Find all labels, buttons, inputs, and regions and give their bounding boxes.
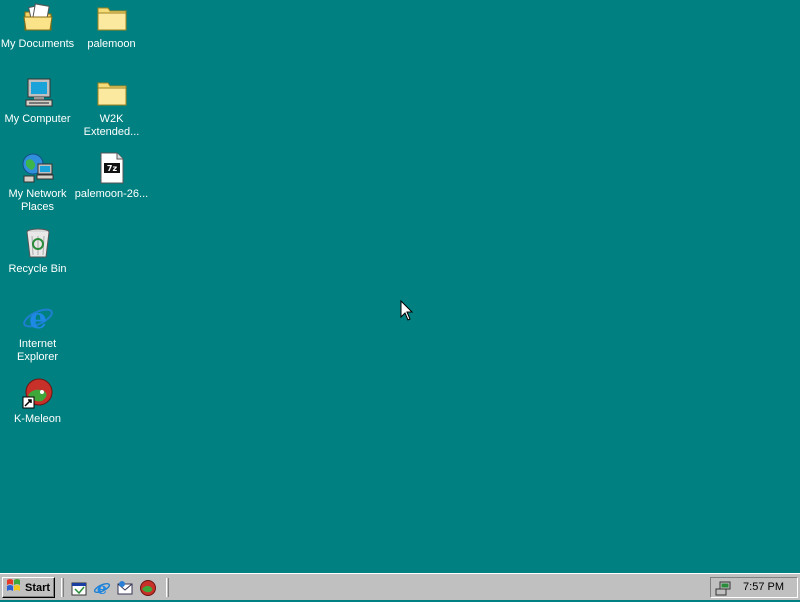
show-desktop-icon[interactable] — [70, 579, 88, 597]
system-tray: 7:57 PM — [710, 577, 798, 598]
clock[interactable]: 7:57 PM — [743, 581, 784, 593]
desktop-icon-palemoon-archive[interactable]: 7z palemoon-26... — [74, 152, 149, 201]
desktop[interactable]: My Documents palemoon My Computer W2K Ex… — [0, 0, 800, 573]
outlook-express-icon[interactable] — [116, 579, 134, 597]
task-area-grip[interactable] — [166, 578, 169, 597]
folder-icon — [96, 77, 128, 109]
svg-text:e: e — [29, 302, 47, 334]
k-meleon-icon — [22, 377, 54, 409]
svg-text:e: e — [97, 579, 107, 597]
desktop-icon-my-computer[interactable]: My Computer — [0, 77, 75, 126]
network-connection-icon[interactable] — [715, 580, 731, 596]
svg-text:7z: 7z — [106, 164, 117, 173]
desktop-icon-label-line2: Places — [20, 201, 55, 213]
desktop-icon-k-meleon[interactable]: K-Meleon — [0, 377, 75, 426]
my-documents-icon — [22, 2, 54, 34]
folder-icon — [96, 2, 128, 34]
mouse-cursor-icon — [400, 299, 414, 322]
desktop-icon-label: My Documents — [0, 38, 75, 50]
internet-explorer-icon: e — [22, 302, 54, 335]
desktop-icon-label: My Network — [8, 188, 67, 200]
network-places-icon — [22, 152, 54, 184]
desktop-icon-my-documents[interactable]: My Documents — [0, 2, 75, 51]
taskbar: Start e 7:57 PM — [0, 573, 800, 600]
desktop-icon-label: Internet — [18, 338, 57, 350]
desktop-icon-label-line2: Extended... — [83, 126, 140, 138]
desktop-icon-my-network-places[interactable]: My Network Places — [0, 152, 75, 214]
desktop-icon-label: My Computer — [4, 113, 71, 125]
desktop-icon-label-line2: Explorer — [17, 351, 58, 363]
desktop-icon-label: Recycle Bin — [8, 263, 67, 275]
desktop-icon-label: palemoon — [87, 38, 136, 50]
quick-launch-grip[interactable] — [61, 578, 64, 597]
internet-explorer-quicklaunch-icon[interactable]: e — [93, 579, 111, 598]
my-computer-icon — [22, 77, 54, 109]
desktop-icon-w2k-extended-folder[interactable]: W2K Extended... — [74, 77, 149, 139]
desktop-icon-label: K-Meleon — [13, 413, 62, 425]
7z-archive-icon: 7z — [96, 152, 128, 184]
desktop-icon-palemoon-folder[interactable]: palemoon — [74, 2, 149, 51]
start-button[interactable]: Start — [2, 577, 55, 598]
desktop-icon-internet-explorer[interactable]: e Internet Explorer — [0, 302, 75, 364]
desktop-icon-label: W2K — [99, 113, 124, 125]
desktop-icon-recycle-bin[interactable]: Recycle Bin — [0, 227, 75, 276]
windows-logo-icon — [6, 578, 22, 597]
start-label: Start — [25, 581, 51, 594]
recycle-bin-icon — [22, 227, 54, 259]
desktop-icon-label: palemoon-26... — [74, 188, 149, 200]
k-meleon-quicklaunch-icon[interactable] — [139, 579, 157, 597]
